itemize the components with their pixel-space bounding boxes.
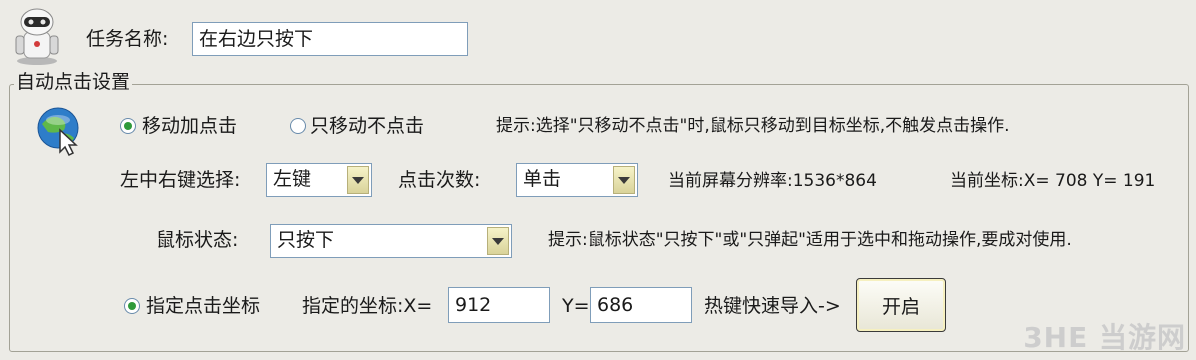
task-name-label: 任务名称: [86,28,169,50]
click-count-value: 单击 [523,168,562,190]
radio-move-only[interactable] [290,118,306,134]
mode-hint: 提示:选择"只移动不点击"时,鼠标只移动到目标坐标,不触发点击操作. [496,116,1010,136]
mouse-state-hint: 提示:鼠标状态"只按下"或"只弹起"适用于选中和拖动操作,要成对使用. [548,230,1072,250]
mouse-state-value: 只按下 [277,229,335,251]
target-x-input[interactable]: 912 [448,287,550,323]
radio-move-only-label[interactable]: 只移动不点击 [310,114,424,138]
mouse-state-label: 鼠标状态: [156,229,239,251]
target-y-input[interactable]: 686 [590,287,692,323]
chevron-down-icon[interactable] [487,227,509,255]
globe-cursor-icon [34,104,86,157]
target-y-label: Y= [562,295,590,317]
mouse-button-select[interactable]: 左键 [266,163,372,197]
mouse-button-label: 左中右键选择: [120,169,241,191]
chevron-down-icon[interactable] [347,166,369,194]
click-count-select[interactable]: 单击 [516,163,638,197]
robot-icon [12,6,62,66]
radio-specify-coords[interactable] [124,298,140,314]
watermark: 3HE 当游网 [1023,321,1186,354]
hotkey-import-label: 热键快速导入-> [704,295,841,317]
screen-resolution: 当前屏幕分辨率:1536*864 [668,171,877,191]
mouse-state-select[interactable]: 只按下 [270,224,512,258]
click-count-label: 点击次数: [398,169,481,191]
group-title: 自动点击设置 [14,70,133,94]
chevron-down-icon[interactable] [613,166,635,194]
task-name-input[interactable]: 在右边只按下 [192,22,468,56]
radio-specify-coords-label[interactable]: 指定点击坐标 [146,294,260,318]
mouse-button-value: 左键 [273,168,312,190]
radio-move-click[interactable] [120,118,136,134]
target-x-label: 指定的坐标:X= [302,295,433,317]
current-coordinates: 当前坐标:X= 708 Y= 191 [950,171,1156,191]
radio-move-click-label[interactable]: 移动加点击 [142,114,237,138]
start-button[interactable]: 开启 [856,278,946,332]
